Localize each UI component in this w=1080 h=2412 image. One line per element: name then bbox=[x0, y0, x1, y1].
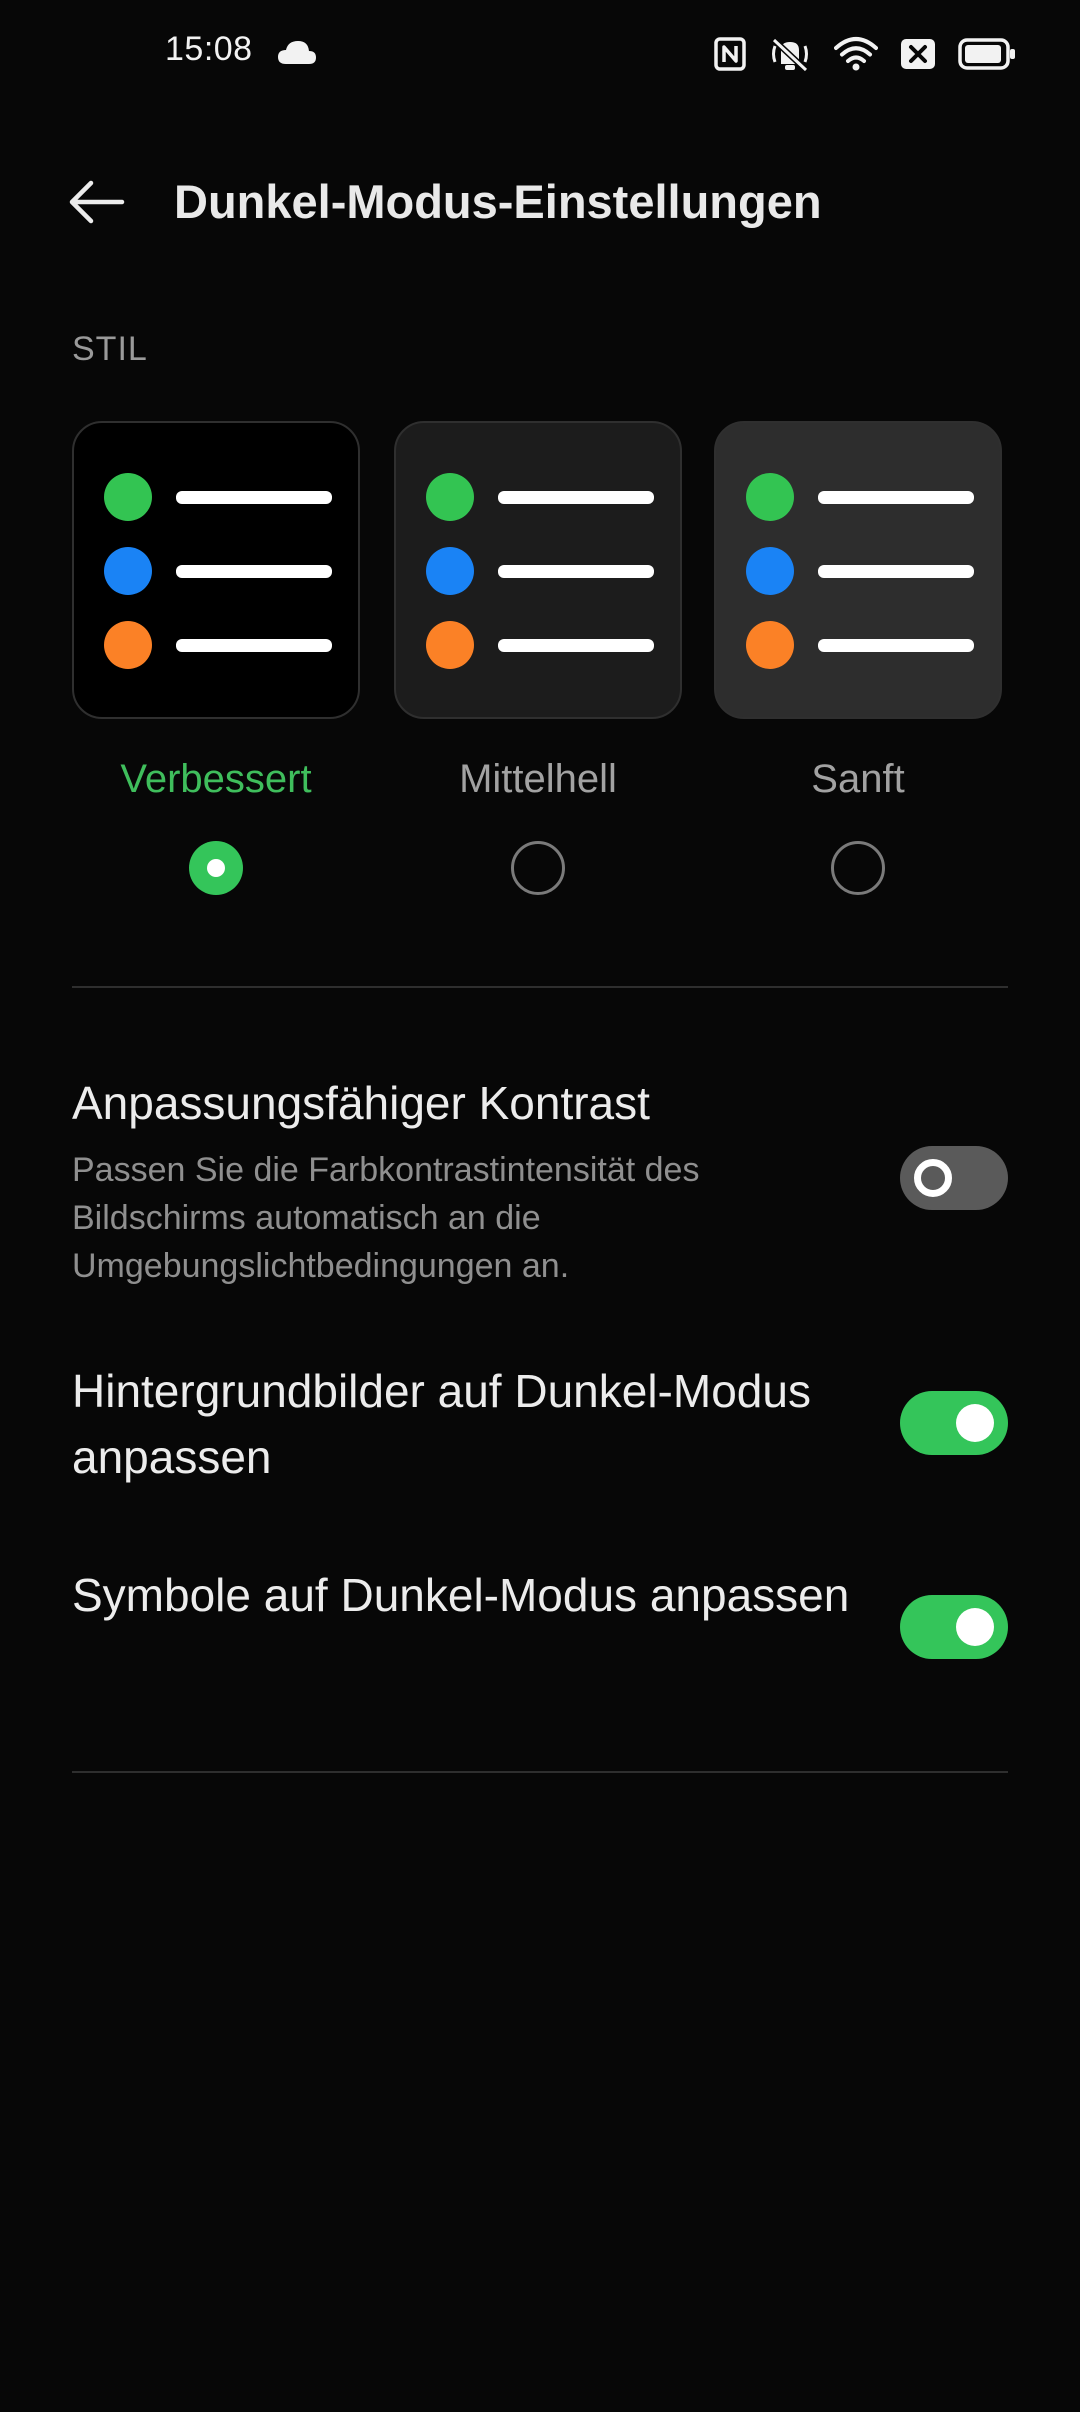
style-options: Verbessert Mittelhell Sanft bbox=[72, 421, 1008, 895]
preview-row bbox=[104, 473, 334, 521]
section-label-style: STIL bbox=[72, 330, 148, 368]
style-option-sanft[interactable]: Sanft bbox=[714, 421, 1006, 895]
preview-row bbox=[746, 547, 976, 595]
setting-icons-dark-mode[interactable]: Symbole auf Dunkel-Modus anpassen bbox=[72, 1562, 1008, 1692]
preview-row bbox=[426, 473, 656, 521]
radio-verbessert[interactable] bbox=[189, 841, 243, 895]
vibrate-mute-icon bbox=[771, 37, 809, 72]
setting-title: Anpassungsfähiger Kontrast bbox=[72, 1077, 650, 1129]
toggle-knob bbox=[956, 1608, 994, 1646]
cloud-icon bbox=[278, 41, 316, 64]
preview-line bbox=[818, 491, 974, 504]
preview-dot-orange bbox=[426, 621, 474, 669]
style-option-verbessert[interactable]: Verbessert bbox=[72, 421, 364, 895]
preview-row bbox=[746, 473, 976, 521]
preview-dot-orange bbox=[104, 621, 152, 669]
battery-icon bbox=[958, 38, 1015, 70]
adaptive-contrast-toggle[interactable] bbox=[900, 1146, 1008, 1210]
setting-description: Passen Sie die Farbkontrastintensität de… bbox=[72, 1151, 700, 1285]
preview-dot-blue bbox=[426, 547, 474, 595]
preview-dot-green bbox=[746, 473, 794, 521]
setting-wallpaper-dark-mode[interactable]: Hintergrundbilder auf Dunkel-Modus anpas… bbox=[72, 1358, 1008, 1488]
preview-row bbox=[746, 621, 976, 669]
setting-title: Hintergrundbilder auf Dunkel-Modus anpas… bbox=[72, 1365, 811, 1483]
app-bar: Dunkel-Modus-Einstellungen bbox=[0, 150, 1080, 254]
status-time: 15:08 bbox=[165, 30, 253, 68]
option-label-mittelhell: Mittelhell bbox=[459, 757, 617, 801]
preview-line bbox=[818, 565, 974, 578]
preview-line bbox=[176, 491, 332, 504]
preview-row bbox=[104, 621, 334, 669]
preview-dot-green bbox=[426, 473, 474, 521]
wifi-icon bbox=[834, 37, 878, 71]
nfc-icon bbox=[714, 37, 746, 71]
back-button[interactable] bbox=[52, 170, 140, 234]
preview-dot-orange bbox=[746, 621, 794, 669]
preview-line bbox=[498, 491, 654, 504]
preview-row bbox=[426, 621, 656, 669]
icons-dark-mode-toggle[interactable] bbox=[900, 1595, 1008, 1659]
preview-line bbox=[176, 639, 332, 652]
radio-sanft[interactable] bbox=[831, 841, 885, 895]
preview-line bbox=[176, 565, 332, 578]
preview-dot-blue bbox=[746, 547, 794, 595]
preview-row bbox=[426, 547, 656, 595]
preview-dot-blue bbox=[104, 547, 152, 595]
page-title: Dunkel-Modus-Einstellungen bbox=[174, 175, 822, 228]
preview-line bbox=[818, 639, 974, 652]
preview-row bbox=[104, 547, 334, 595]
status-icons bbox=[714, 32, 1016, 76]
preview-card-sanft bbox=[714, 421, 1002, 719]
wallpaper-dark-mode-toggle[interactable] bbox=[900, 1391, 1008, 1455]
setting-adaptive-contrast[interactable]: Anpassungsfähiger Kontrast Passen Sie di… bbox=[72, 1070, 1008, 1290]
divider bbox=[72, 1771, 1008, 1773]
setting-title: Symbole auf Dunkel-Modus anpassen bbox=[72, 1569, 850, 1621]
preview-dot-green bbox=[104, 473, 152, 521]
preview-card-mittelhell bbox=[394, 421, 682, 719]
preview-line bbox=[498, 565, 654, 578]
divider bbox=[72, 986, 1008, 988]
preview-card-verbessert bbox=[72, 421, 360, 719]
preview-line bbox=[498, 639, 654, 652]
status-bar: 15:08 bbox=[0, 0, 1080, 108]
radio-mittelhell[interactable] bbox=[511, 841, 565, 895]
option-label-sanft: Sanft bbox=[811, 757, 905, 801]
option-label-verbessert: Verbessert bbox=[120, 757, 312, 801]
toggle-knob bbox=[914, 1159, 952, 1197]
style-option-mittelhell[interactable]: Mittelhell bbox=[394, 421, 686, 895]
arrow-left-icon bbox=[69, 180, 125, 224]
sim-off-icon bbox=[901, 39, 935, 69]
toggle-knob bbox=[956, 1404, 994, 1442]
